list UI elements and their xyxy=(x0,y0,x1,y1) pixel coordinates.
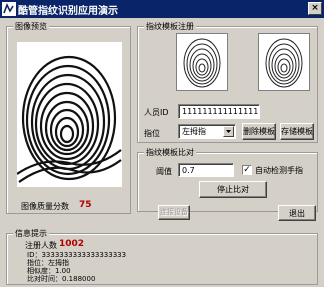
title-bar: 酷管指纹识别应用演示 × xyxy=(0,0,324,18)
finger-select-value: 左拇指 xyxy=(182,127,206,136)
enroll-group-title: 指纹模板注册 xyxy=(144,21,196,32)
quality-label: 图像质量分数 xyxy=(21,202,69,211)
stop-compare-button[interactable]: 停止比对 xyxy=(199,181,267,198)
app-icon xyxy=(2,2,16,16)
preview-group: 图像预览 图像质量分数 75 xyxy=(6,21,131,214)
fingerprint-thumbnail-2 xyxy=(258,33,310,91)
person-id-input[interactable]: 1111111111111111111 xyxy=(178,104,260,119)
auto-detect-label: 自动检测手指 xyxy=(255,166,303,175)
finger-select[interactable]: 左拇指 xyxy=(178,124,236,139)
registered-count-value: 1002 xyxy=(59,239,85,249)
threshold-label: 阈值 xyxy=(156,167,172,176)
quality-value: 75 xyxy=(79,200,92,210)
finger-label: 指位 xyxy=(144,129,160,138)
fingerprint-thumbnail-1 xyxy=(176,33,228,91)
person-id-label: 人员ID xyxy=(144,108,169,117)
threshold-input[interactable]: 0.7 xyxy=(178,163,234,177)
auto-detect-checkbox[interactable]: ✓ xyxy=(242,165,252,175)
enroll-group: 指纹模板注册 人员ID 111111111111111 指位 左拇指 删除模板 … xyxy=(137,21,318,143)
info-group-title: 信息提示 xyxy=(13,228,49,239)
delete-template-button[interactable]: 删除模板 xyxy=(242,123,276,140)
window-client: 图像预览 图像质量分数 75 指纹模板注册 人员ID 1111111111111… xyxy=(0,18,324,287)
info-line-time: 比对时间：0.188000 xyxy=(27,275,96,283)
fingerprint-thumbnail-2-image xyxy=(265,38,303,88)
preview-group-title: 图像预览 xyxy=(13,21,49,32)
save-template-button[interactable]: 存储模板 xyxy=(280,123,314,140)
info-group: 信息提示 注册人数 1002 ID：3333333333333333333 指位… xyxy=(6,228,318,285)
close-button[interactable]: × xyxy=(308,2,322,15)
compare-group: 指纹模板比对 阈值 0.7 ✓ 自动检测手指 停止比对 xyxy=(137,147,318,212)
exit-button[interactable]: 退出 xyxy=(278,205,316,221)
fingerprint-preview-image xyxy=(17,42,122,187)
chevron-down-icon[interactable] xyxy=(223,126,234,137)
fingerprint-thumbnail-1-image xyxy=(183,38,221,88)
compare-group-title: 指纹模板比对 xyxy=(144,147,196,158)
connect-device-button[interactable]: 连接设备 xyxy=(158,205,190,220)
window-title: 酷管指纹识别应用演示 xyxy=(18,6,118,17)
